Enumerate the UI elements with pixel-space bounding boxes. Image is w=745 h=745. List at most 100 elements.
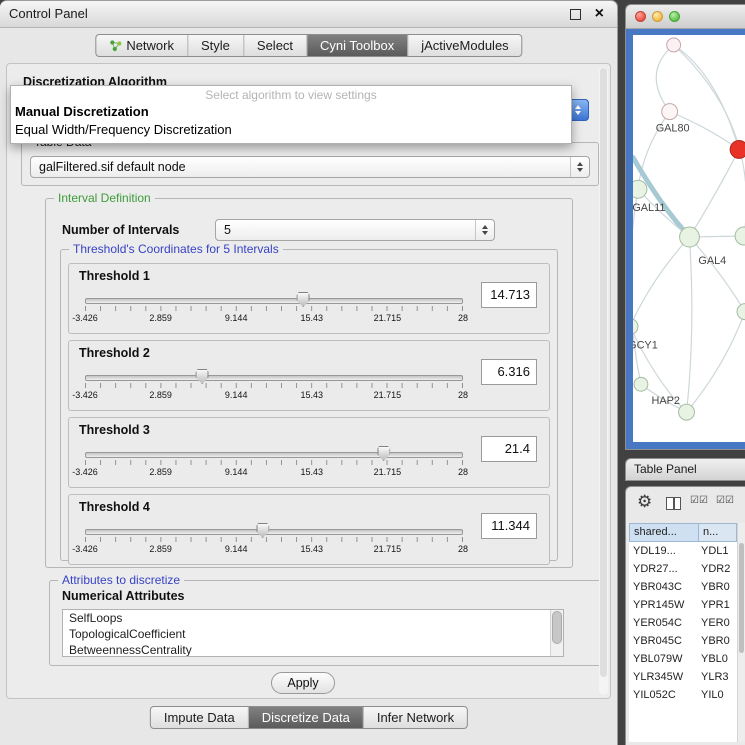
column-header-shared-name[interactable]: shared... [629,523,699,542]
slider-track[interactable] [85,452,463,458]
table-row[interactable]: YIL052CYIL0 [629,686,737,704]
table-row[interactable]: YBR043CYBR0 [629,578,737,596]
network-node-gal4[interactable] [680,227,700,247]
network-node[interactable] [667,38,681,52]
network-node[interactable] [737,304,745,320]
slider-track[interactable] [85,375,463,381]
tab-cyni-toolbox[interactable]: Cyni Toolbox [306,35,407,56]
slider-thumb[interactable] [256,523,269,538]
select-rows-icon[interactable]: ☑☑ [716,495,734,506]
threshold-slider[interactable]: -3.4262.8599.14415.4321.71528 [85,290,463,330]
threshold-value-field[interactable]: 6.316 [481,359,537,385]
cell-shared-name: YER054C [629,614,699,632]
network-edge[interactable] [689,237,745,312]
threshold-value-field[interactable]: 11.344 [481,513,537,539]
tab-style[interactable]: Style [187,35,243,56]
network-node-gcy1[interactable] [633,319,638,335]
slider-thumb[interactable] [377,446,390,461]
network-node-hap2[interactable] [679,404,695,420]
slider-thumb[interactable] [196,369,209,384]
table-data-combobox[interactable]: galFiltered.sif default node [30,156,590,178]
control-panel-titlebar[interactable]: Control Panel × [0,1,617,28]
gear-icon[interactable]: ⚙ [637,492,652,512]
slider-track[interactable] [85,529,463,535]
table-row[interactable]: YPR145WYPR1 [629,596,737,614]
algorithm-dropdown-popup: Select algorithm to view settings Manual… [10,85,572,144]
network-edge[interactable] [633,237,689,327]
interval-definition-label: Interval Definition [54,191,155,205]
table-row[interactable]: YER054CYER0 [629,614,737,632]
combobox-stepper-icon[interactable] [570,157,589,177]
zoom-traffic-light-icon[interactable] [669,11,680,22]
attribute-list-item[interactable]: SelfLoops [63,610,563,626]
table-panel-titlebar[interactable]: Table Panel [625,458,745,481]
cell-shared-name: YIL052C [629,686,699,704]
combobox-stepper-icon[interactable] [475,220,494,240]
popup-option-manual-discretization[interactable]: Manual Discretization [11,103,571,121]
network-node-gal80[interactable] [662,104,678,120]
tab-label: Style [201,35,230,56]
column-header-name[interactable]: n... [699,523,737,542]
cell-shared-name: YPR145W [629,596,699,614]
minimize-traffic-light-icon[interactable] [652,11,663,22]
numerical-attributes-list[interactable]: SelfLoopsTopologicalCoefficientBetweenne… [62,609,564,657]
number-of-intervals-combobox[interactable]: 5 [215,219,495,241]
panel-scrollbar-thumb[interactable] [600,68,607,677]
network-graph[interactable]: GAL80GAL11GAL4GCY1HAP2 [633,35,745,442]
network-edge[interactable] [687,312,745,413]
tick-label: 15.43 [301,313,324,323]
bottom-tab-impute-data[interactable]: Impute Data [151,707,248,728]
bottom-tab-discretize-data[interactable]: Discretize Data [248,707,363,728]
network-node[interactable] [634,377,648,391]
network-canvas[interactable]: GAL80GAL11GAL4GCY1HAP2 [633,35,745,442]
network-node[interactable] [730,140,745,158]
tab-network[interactable]: Network [96,35,187,56]
network-node-gal11[interactable] [633,180,647,198]
attribute-list-item[interactable]: TopologicalCoefficient [63,626,563,642]
slider-track[interactable] [85,298,463,304]
columns-icon[interactable] [666,497,681,510]
panel-scrollbar[interactable] [599,67,608,695]
table-scrollbar[interactable] [737,523,745,742]
list-scrollbar[interactable] [550,610,563,656]
thresholds-list: Threshold 1-3.4262.8599.14415.4321.71528… [68,263,550,565]
network-edge[interactable] [687,237,692,412]
threshold-value-field[interactable]: 14.713 [481,282,537,308]
cell-name: YBL0 [699,650,737,668]
threshold-value-field[interactable]: 21.4 [481,436,537,462]
close-icon[interactable]: × [595,4,604,24]
list-scrollbar-thumb[interactable] [552,611,562,644]
slider-tick-labels: -3.4262.8599.14415.4321.71528 [85,313,463,324]
float-window-icon[interactable] [570,9,581,20]
table-scrollbar-thumb[interactable] [739,543,744,653]
tick-label: 2.859 [149,544,172,554]
network-edge[interactable] [689,149,739,237]
tick-label: 2.859 [149,467,172,477]
select-attributes-icon[interactable]: ☑☑ [690,495,708,506]
table-row[interactable]: YLR345WYLR3 [629,668,737,686]
network-edge[interactable] [633,189,641,384]
attribute-list-item[interactable]: BetweennessCentrality [63,642,563,657]
cell-name: YDR2 [699,560,737,578]
table-data-combobox-value: galFiltered.sif default node [39,157,186,177]
threshold-slider[interactable]: -3.4262.8599.14415.4321.71528 [85,444,463,484]
network-edge[interactable] [674,45,745,236]
bottom-tab-infer-network[interactable]: Infer Network [363,707,467,728]
table-row[interactable]: YDR27...YDR2 [629,560,737,578]
table-row[interactable]: YBL079WYBL0 [629,650,737,668]
tab-jactivemodules[interactable]: jActiveModules [407,35,521,56]
popup-option-equal-width-frequency[interactable]: Equal Width/Frequency Discretization [11,121,571,139]
apply-button[interactable]: Apply [271,672,335,694]
threshold-slider[interactable]: -3.4262.8599.14415.4321.71528 [85,521,463,561]
network-window-titlebar[interactable] [626,5,745,29]
slider-thumb[interactable] [297,292,310,307]
threshold-slider[interactable]: -3.4262.8599.14415.4321.71528 [85,367,463,407]
table-row[interactable]: YDL19...YDL1 [629,542,737,560]
close-traffic-light-icon[interactable] [635,11,646,22]
threshold-label: Threshold 3 [79,423,150,437]
network-node[interactable] [735,227,745,245]
tick-label: 28 [458,544,468,554]
network-edge[interactable] [656,45,673,112]
table-row[interactable]: YBR045CYBR0 [629,632,737,650]
tab-select[interactable]: Select [243,35,306,56]
